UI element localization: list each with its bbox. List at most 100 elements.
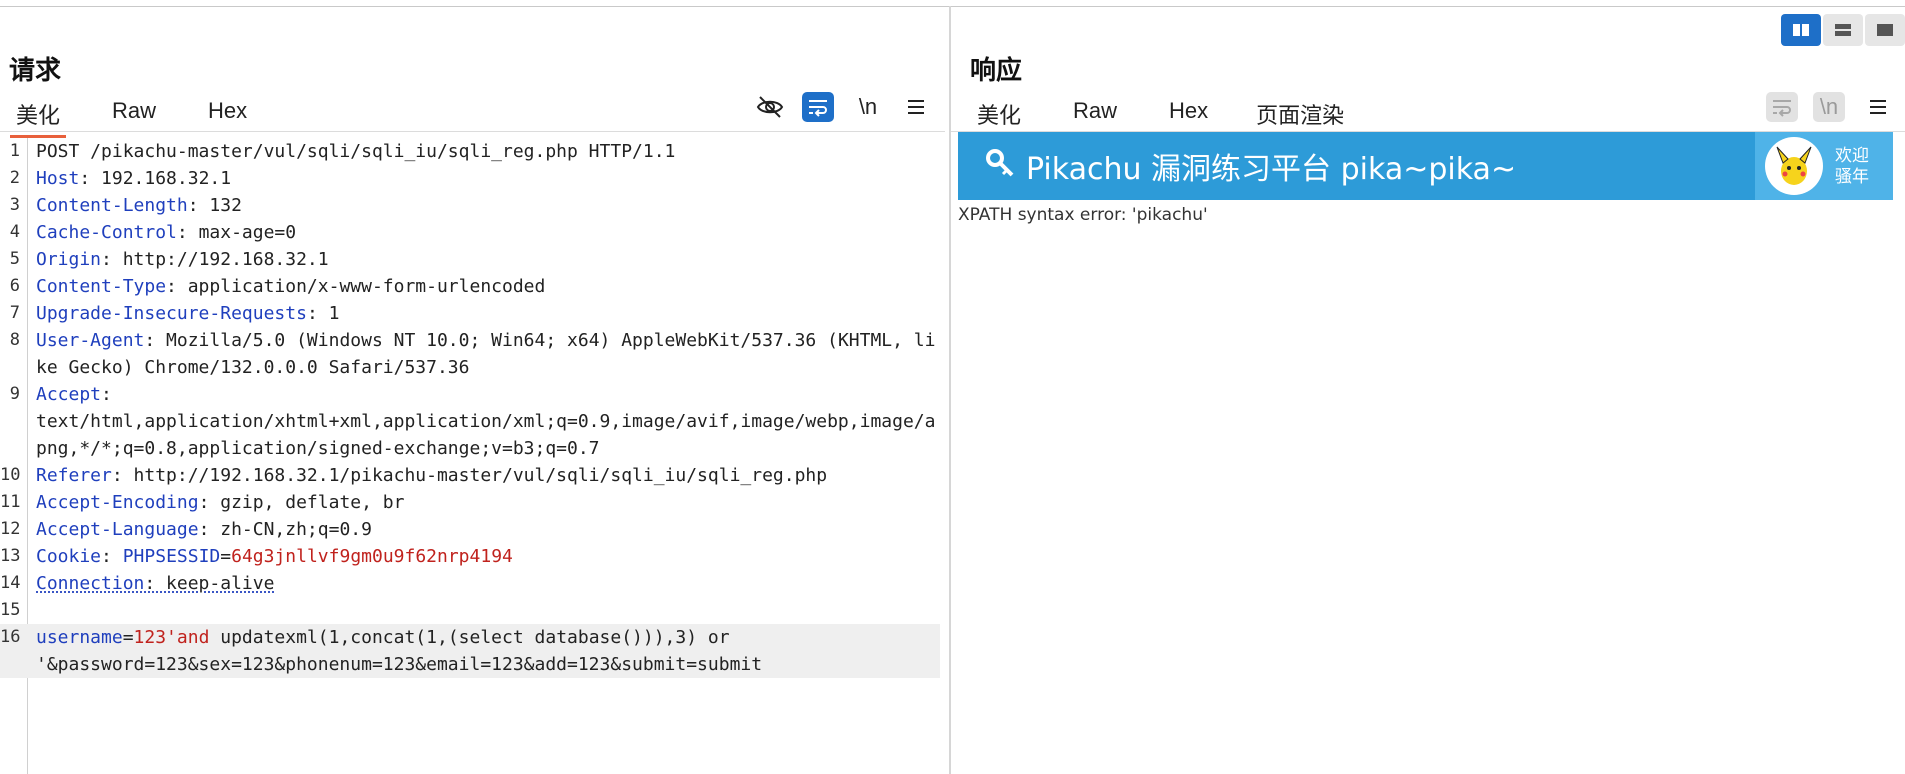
- top-border: [0, 6, 1905, 7]
- code-text: : zh-CN,zh;q=0.9: [198, 519, 372, 540]
- code-line[interactable]: 7 Upgrade-Insecure-Requests: 1: [0, 300, 940, 327]
- banner-user-area: 欢迎 骚年: [1755, 132, 1893, 200]
- line-number: 4: [9, 222, 20, 242]
- layout-switcher: [1781, 14, 1905, 46]
- line-number: 12: [0, 519, 21, 539]
- code-line[interactable]: 6 Content-Type: application/x-www-form-ur…: [0, 273, 940, 300]
- line-number: 3: [9, 195, 20, 215]
- highlighted-value: 123'and: [133, 627, 210, 648]
- line-content: User-Agent: Mozilla/5.0 (Windows NT 10.0…: [36, 327, 940, 381]
- request-menu-button[interactable]: [900, 92, 932, 122]
- line-number: 11: [0, 492, 21, 512]
- code-text: : 132: [187, 195, 242, 216]
- code-text: :: [101, 546, 123, 567]
- line-number: 16: [0, 627, 21, 647]
- layout-single-button[interactable]: [1865, 14, 1905, 46]
- header-key: Connection: [36, 573, 145, 594]
- code-line[interactable]: 15: [0, 597, 940, 624]
- line-content: Origin: http://192.168.32.1: [36, 246, 940, 273]
- line-content: Referer: http://192.168.32.1/pikachu-mas…: [36, 462, 940, 489]
- line-content: Accept: text/html,application/xhtml+xml,…: [36, 381, 940, 462]
- highlighted-value: 64g3jnllvf9gm0u9f62nrp4194: [231, 546, 513, 567]
- code-text: : http://192.168.32.1/pikachu-master/vul…: [111, 465, 828, 486]
- header-key: Content-Type: [36, 276, 167, 297]
- newline-toggle-button[interactable]: \n: [852, 92, 884, 122]
- layout-split-vertical-button[interactable]: [1823, 14, 1863, 46]
- code-text: =: [220, 546, 232, 567]
- line-number: 10: [0, 465, 21, 485]
- code-line[interactable]: 9 Accept: text/html,application/xhtml+xml…: [0, 381, 940, 462]
- code-line[interactable]: 12 Accept-Language: zh-CN,zh;q=0.9: [0, 516, 940, 543]
- header-key: User-Agent: [36, 330, 145, 351]
- line-number: 13: [0, 546, 21, 566]
- code-line[interactable]: 5 Origin: http://192.168.32.1: [0, 246, 940, 273]
- header-key: Referer: [36, 465, 112, 486]
- line-number: 6: [9, 276, 20, 296]
- panel-divider[interactable]: [949, 6, 951, 774]
- line-content: Connection: keep-alive: [36, 570, 940, 597]
- request-editor[interactable]: 1 POST /pikachu-master/vul/sqli/sqli_iu/s…: [0, 138, 940, 678]
- layout-split-horizontal-button[interactable]: [1781, 14, 1821, 46]
- request-title: 请求: [9, 55, 62, 85]
- code-text: : text/html,application/xhtml+xml,applic…: [36, 384, 936, 459]
- response-newline-toggle-button[interactable]: \n: [1813, 92, 1845, 122]
- rows-icon: [1835, 24, 1851, 36]
- line-content: Content-Type: application/x-www-form-url…: [36, 273, 940, 300]
- line-content: POST /pikachu-master/vul/sqli/sqli_iu/sq…: [36, 138, 940, 165]
- header-key: Host: [36, 168, 80, 189]
- header-key: Cookie: [36, 546, 102, 567]
- code-line[interactable]: 1 POST /pikachu-master/vul/sqli/sqli_iu/s…: [0, 138, 940, 165]
- request-tabs-line: [0, 131, 945, 132]
- response-menu-button[interactable]: [1862, 92, 1894, 122]
- code-line[interactable]: 3 Content-Length: 132: [0, 192, 940, 219]
- code-line[interactable]: 13 Cookie: PHPSESSID=64g3jnllvf9gm0u9f62n…: [0, 543, 940, 570]
- response-wrap-toggle-button[interactable]: [1766, 92, 1798, 122]
- code-line[interactable]: 8 User-Agent: Mozilla/5.0 (Windows NT 10.…: [0, 327, 940, 381]
- code-text: : application/x-www-form-urlencoded: [166, 276, 546, 297]
- code-line[interactable]: 16 username=123'and updatexml(1,concat(1,…: [0, 624, 940, 678]
- code-text: : 192.168.32.1: [79, 168, 232, 189]
- welcome-text: 欢迎 骚年: [1835, 145, 1869, 187]
- eye-off-icon: [756, 96, 784, 118]
- response-title: 响应: [970, 55, 1023, 85]
- wrap-icon: [809, 100, 827, 117]
- code-text: : 1: [306, 303, 340, 324]
- header-key: Accept-Encoding: [36, 492, 199, 513]
- code-line[interactable]: 2 Host: 192.168.32.1: [0, 165, 940, 192]
- code-text: : max-age=0: [176, 222, 297, 243]
- line-number: 15: [0, 600, 21, 620]
- welcome-line-1: 欢迎: [1835, 146, 1869, 165]
- header-key: Accept-Language: [36, 519, 199, 540]
- rendered-page-title: Pikachu 漏洞练习平台 pika~pika~: [1026, 152, 1517, 187]
- pikachu-avatar: [1765, 137, 1823, 195]
- xpath-error-message: XPATH syntax error: 'pikachu': [958, 205, 1208, 225]
- hide-button[interactable]: [754, 92, 786, 122]
- header-key: Content-Length: [36, 195, 188, 216]
- code-line[interactable]: 10 Referer: http://192.168.32.1/pikachu-m…: [0, 462, 940, 489]
- line-number: 7: [9, 303, 20, 323]
- key-icon: [980, 148, 1020, 185]
- header-key: Upgrade-Insecure-Requests: [36, 303, 307, 324]
- single-pane-icon: [1877, 24, 1893, 36]
- welcome-line-2: 骚年: [1835, 167, 1869, 186]
- wrap-icon: [1773, 100, 1791, 117]
- header-key: Origin: [36, 249, 102, 270]
- line-content: Content-Length: 132: [36, 192, 940, 219]
- code-line[interactable]: 11 Accept-Encoding: gzip, deflate, br: [0, 489, 940, 516]
- code-text: =: [122, 627, 134, 648]
- code-line[interactable]: 4 Cache-Control: max-age=0: [0, 219, 940, 246]
- rendered-page-banner: Pikachu 漏洞练习平台 pika~pika~ 欢迎 骚年: [958, 132, 1893, 200]
- code-line[interactable]: 14 Connection: keep-alive: [0, 570, 940, 597]
- line-content: Host: 192.168.32.1: [36, 165, 940, 192]
- header-key: Accept: [36, 384, 102, 405]
- wrap-toggle-button[interactable]: [802, 92, 834, 122]
- line-number: 14: [0, 573, 21, 593]
- code-text: POST /pikachu-master/vul/sqli/sqli_iu/sq…: [36, 141, 676, 162]
- line-content: Cookie: PHPSESSID=64g3jnllvf9gm0u9f62nrp…: [36, 543, 940, 570]
- code-text: : http://192.168.32.1: [101, 249, 329, 270]
- line-content: Accept-Language: zh-CN,zh;q=0.9: [36, 516, 940, 543]
- line-content: Accept-Encoding: gzip, deflate, br: [36, 489, 940, 516]
- line-number: 5: [9, 249, 20, 269]
- line-number: 2: [9, 168, 20, 188]
- code-text: : keep-alive: [144, 573, 275, 594]
